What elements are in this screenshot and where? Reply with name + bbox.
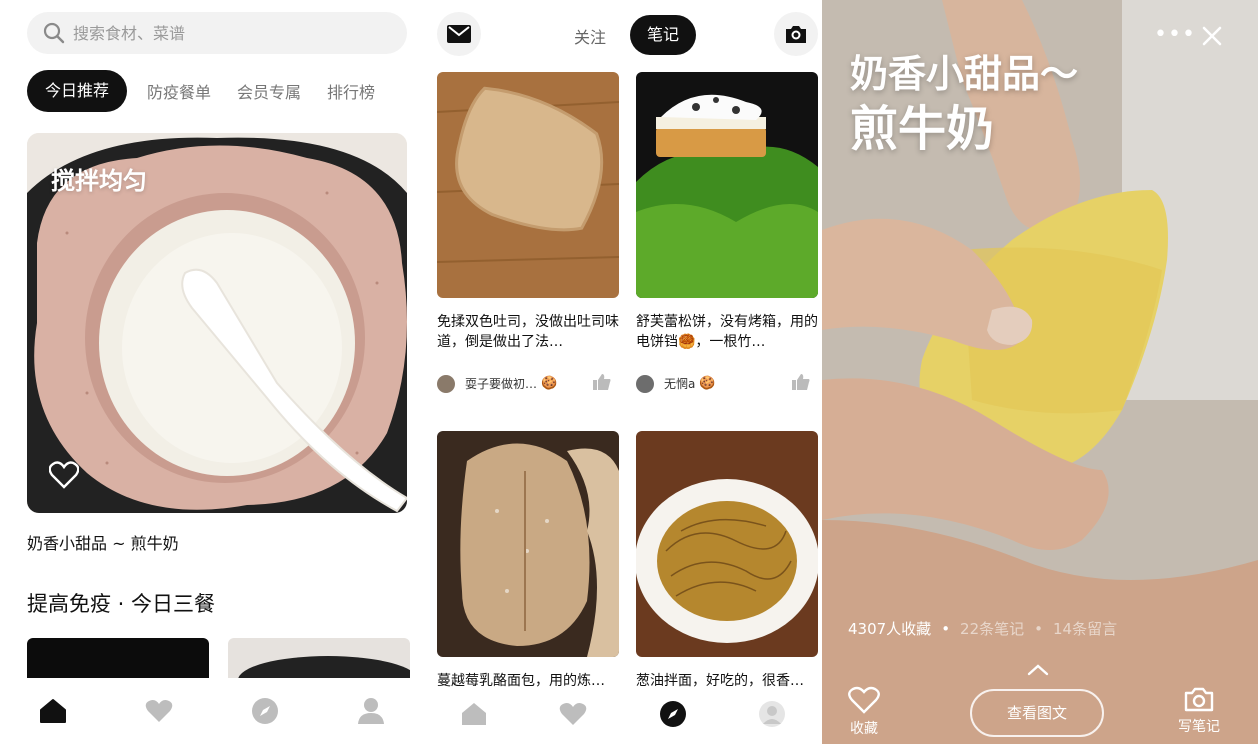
section-title: 提高免疫 · 今日三餐 <box>27 592 216 616</box>
tab-notes[interactable]: 笔记 <box>630 15 696 55</box>
recipe-title[interactable]: 奶香小甜品 ~ 煎牛奶 <box>27 530 179 554</box>
note-description: 免揉双色吐司，没做出吐司味道，倒是做出了法… <box>437 314 619 350</box>
note-image-noodles <box>636 431 818 657</box>
more-icon[interactable]: ••• <box>1154 22 1196 47</box>
tab-today[interactable]: 今日推荐 <box>27 70 128 112</box>
title-line-2: 煎牛奶 <box>850 101 995 157</box>
tab-member[interactable]: 会员专属 <box>237 79 301 103</box>
note-image-toast <box>437 72 619 298</box>
badge-icon: 🍪 <box>699 376 716 391</box>
camera-icon <box>1184 687 1214 712</box>
write-note-label: 写笔记 <box>1178 719 1220 735</box>
title-line-1: 奶香小甜品～ <box>850 52 1079 96</box>
search-input[interactable] <box>73 23 373 43</box>
category-tabs: 今日推荐 防疫餐单 会员专属 排行榜 <box>27 70 401 112</box>
search-icon <box>43 22 65 44</box>
notes-feed-screen: 关注 笔记 免揉双色吐司，没做出吐司味道，倒是做出了法… 耍子要做初… 🍪 舒芙… <box>424 0 822 744</box>
chevron-up-icon[interactable] <box>1026 662 1050 681</box>
avatar[interactable] <box>636 374 654 393</box>
write-note-button[interactable]: 写笔记 <box>1178 686 1220 736</box>
hero-overlay-text: 搅拌均匀 <box>51 167 147 195</box>
thumbs-up-icon[interactable] <box>593 374 611 393</box>
favorite-label: 收藏 <box>850 721 878 737</box>
camera-icon[interactable] <box>774 12 818 56</box>
home-icon[interactable] <box>33 691 73 731</box>
tab-ranking[interactable]: 排行榜 <box>327 79 375 103</box>
bottom-tab-bar <box>0 678 424 744</box>
note-card[interactable]: 蔓越莓乳酪面包，用的炼… <box>437 431 619 711</box>
heart-icon[interactable] <box>139 691 179 731</box>
home-icon[interactable] <box>460 701 488 731</box>
tab-epidemic-menu[interactable]: 防疫餐单 <box>147 79 211 103</box>
note-image-bread <box>437 431 619 657</box>
compass-icon[interactable] <box>245 691 285 731</box>
favorite-heart-icon[interactable] <box>48 461 80 493</box>
separator-dot: • <box>941 620 951 638</box>
meal-thumbnail[interactable] <box>27 638 209 678</box>
favorites-count: 4307人收藏 <box>848 620 932 638</box>
bottom-tab-bar <box>424 688 822 744</box>
avatar[interactable] <box>758 700 786 732</box>
search-bar[interactable] <box>27 12 407 54</box>
note-card[interactable]: 免揉双色吐司，没做出吐司味道，倒是做出了法… 耍子要做初… 🍪 <box>437 72 619 393</box>
recipe-detail-screen: ••• 奶香小甜品～ 煎牛奶 4307人收藏 • 22条笔记 • 14条留言 收藏 查看… <box>822 0 1258 744</box>
heart-icon <box>848 686 880 714</box>
note-card[interactable]: 葱油拌面，好吃的，很香… <box>636 431 818 711</box>
comments-count[interactable]: 14条留言 <box>1053 620 1117 638</box>
separator-dot: • <box>1034 620 1043 638</box>
compass-icon[interactable] <box>659 700 687 732</box>
badge-icon: 🍪 <box>541 376 558 391</box>
note-description: 舒芙蕾松饼，没有烤箱，用的电饼铛🥮，一根竹… <box>636 314 818 350</box>
mail-icon[interactable] <box>437 12 481 56</box>
note-image-souffle <box>636 72 818 298</box>
close-icon[interactable] <box>1202 26 1222 50</box>
notes-count[interactable]: 22条笔记 <box>960 620 1024 638</box>
hero-recipe-image[interactable]: 搅拌均匀 <box>27 133 407 513</box>
view-recipe-button[interactable]: 查看图文 <box>970 689 1104 737</box>
meal-thumbnail[interactable] <box>228 638 418 704</box>
avatar[interactable] <box>437 374 455 393</box>
home-screen: 今日推荐 防疫餐单 会员专属 排行榜 搅拌均匀 奶香小甜品 ~ 煎牛奶 提高免疫… <box>0 0 424 744</box>
author-name[interactable]: 无惘a <box>664 375 695 392</box>
thumbs-up-icon[interactable] <box>792 374 810 393</box>
note-card[interactable]: 舒芙蕾松饼，没有烤箱，用的电饼铛🥮，一根竹… 无惘a 🍪 <box>636 72 818 393</box>
recipe-stats: 4307人收藏 • 22条笔记 • 14条留言 <box>848 618 1117 639</box>
feed-header: 关注 笔记 <box>424 12 822 58</box>
recipe-title: 奶香小甜品～ 煎牛奶 <box>850 50 1078 160</box>
favorite-button[interactable]: 收藏 <box>848 686 880 738</box>
author-name[interactable]: 耍子要做初… <box>465 375 537 392</box>
tab-follow[interactable]: 关注 <box>574 24 606 48</box>
heart-icon[interactable] <box>559 702 587 730</box>
user-icon[interactable] <box>351 691 391 731</box>
